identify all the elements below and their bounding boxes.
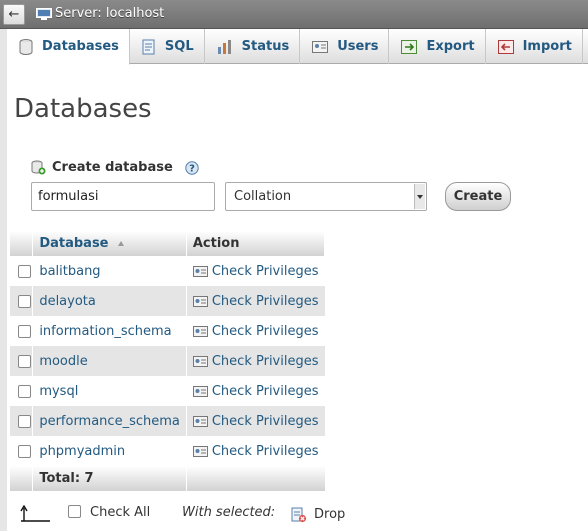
svg-text:?: ? xyxy=(189,164,195,175)
create-database-title: Create database xyxy=(52,160,173,175)
table-row: phpmyadmin Check Privileges xyxy=(10,436,325,466)
row-checkbox[interactable] xyxy=(18,294,31,308)
database-link[interactable]: delayota xyxy=(39,294,96,309)
drop-icon[interactable] xyxy=(291,507,307,523)
row-checkbox[interactable] xyxy=(18,324,31,338)
privileges-icon xyxy=(192,265,208,277)
users-icon xyxy=(312,40,329,53)
database-link[interactable]: performance_schema xyxy=(39,414,180,429)
top-menu-tabs: Databases SQL Status Users Export Import xyxy=(7,29,588,65)
privileges-icon xyxy=(192,445,208,457)
tab-import[interactable]: Import xyxy=(486,29,583,64)
action-column-header: Action xyxy=(186,231,326,256)
table-row: mysql Check Privileges xyxy=(10,376,325,406)
arrow-corner-icon xyxy=(20,505,50,522)
sort-ascending-icon xyxy=(117,241,124,246)
database-link[interactable]: information_schema xyxy=(39,324,171,339)
database-link[interactable]: phpmyadmin xyxy=(39,444,125,459)
database-icon xyxy=(19,38,33,55)
tab-label: Import xyxy=(522,39,572,54)
database-column-header[interactable]: Database xyxy=(32,231,187,256)
total-count: Total: 7 xyxy=(32,466,187,491)
help-icon[interactable]: ? xyxy=(185,161,199,175)
server-icon xyxy=(36,8,52,20)
with-selected-label: With selected: xyxy=(182,505,276,520)
check-all-checkbox[interactable] xyxy=(68,505,81,518)
drop-button[interactable]: Drop xyxy=(314,507,345,522)
collation-selected-value: Collation xyxy=(234,189,292,204)
databases-table: Database Action balitbang Check Privileg… xyxy=(10,231,326,491)
privileges-icon xyxy=(192,325,208,337)
footer-empty-cell xyxy=(185,466,325,491)
database-link[interactable]: balitbang xyxy=(39,264,100,279)
check-privileges-link[interactable]: Check Privileges xyxy=(212,354,319,369)
check-privileges-link[interactable]: Check Privileges xyxy=(212,444,319,459)
row-checkbox[interactable] xyxy=(18,384,31,398)
database-sort-link[interactable]: Database xyxy=(39,236,108,251)
chevron-down-icon xyxy=(414,184,425,209)
privileges-icon xyxy=(192,415,208,427)
table-row: information_schema Check Privileges xyxy=(10,316,325,346)
database-add-icon xyxy=(31,160,46,175)
tab-status[interactable]: Status xyxy=(205,29,301,64)
table-row: moodle Check Privileges xyxy=(10,346,325,376)
check-privileges-link[interactable]: Check Privileges xyxy=(212,384,319,399)
create-database-label: Create database xyxy=(31,160,173,175)
server-bar: ← Server: localhost xyxy=(0,0,588,29)
tab-label: Export xyxy=(426,39,475,54)
table-row: performance_schema Check Privileges xyxy=(10,406,325,436)
footer-empty-cell xyxy=(10,466,33,491)
check-privileges-link[interactable]: Check Privileges xyxy=(212,324,319,339)
row-checkbox[interactable] xyxy=(18,414,31,428)
row-checkbox[interactable] xyxy=(18,354,31,368)
server-breadcrumb[interactable]: Server: localhost xyxy=(55,6,164,21)
check-privileges-link[interactable]: Check Privileges xyxy=(212,264,319,279)
status-icon xyxy=(217,39,231,54)
privileges-icon xyxy=(192,295,208,307)
tab-label: SQL xyxy=(164,39,194,54)
tab-label: Users xyxy=(337,39,379,54)
tab-databases[interactable]: Databases xyxy=(7,29,130,65)
table-header-row: Database Action xyxy=(10,231,326,256)
check-privileges-link[interactable]: Check Privileges xyxy=(212,414,319,429)
back-button[interactable]: ← xyxy=(3,4,25,25)
check-all-label[interactable]: Check All xyxy=(90,505,150,520)
database-link[interactable]: mysql xyxy=(39,384,78,399)
check-privileges-link[interactable]: Check Privileges xyxy=(212,294,319,309)
table-row: balitbang Check Privileges xyxy=(10,256,325,286)
database-link[interactable]: moodle xyxy=(39,354,87,369)
page-title: Databases xyxy=(14,94,152,124)
table-row: delayota Check Privileges xyxy=(10,286,325,316)
checkbox-header xyxy=(10,231,34,256)
tab-label: Status xyxy=(241,39,290,54)
export-icon xyxy=(401,39,418,54)
tab-label: Databases xyxy=(42,39,119,54)
privileges-icon xyxy=(192,355,208,367)
privileges-icon xyxy=(192,385,208,397)
row-checkbox[interactable] xyxy=(18,264,31,278)
collation-select[interactable]: Collation xyxy=(225,182,427,211)
create-button[interactable]: Create xyxy=(445,182,511,211)
navigation-panel-edge xyxy=(0,29,7,531)
row-checkbox[interactable] xyxy=(18,444,31,458)
tab-sql[interactable]: SQL xyxy=(130,29,205,64)
tab-export[interactable]: Export xyxy=(389,29,486,64)
import-icon xyxy=(497,39,514,54)
tab-users[interactable]: Users xyxy=(300,29,390,64)
database-name-input[interactable] xyxy=(31,182,215,211)
sql-icon xyxy=(142,39,155,54)
table-footer-row: Total: 7 xyxy=(10,466,325,491)
